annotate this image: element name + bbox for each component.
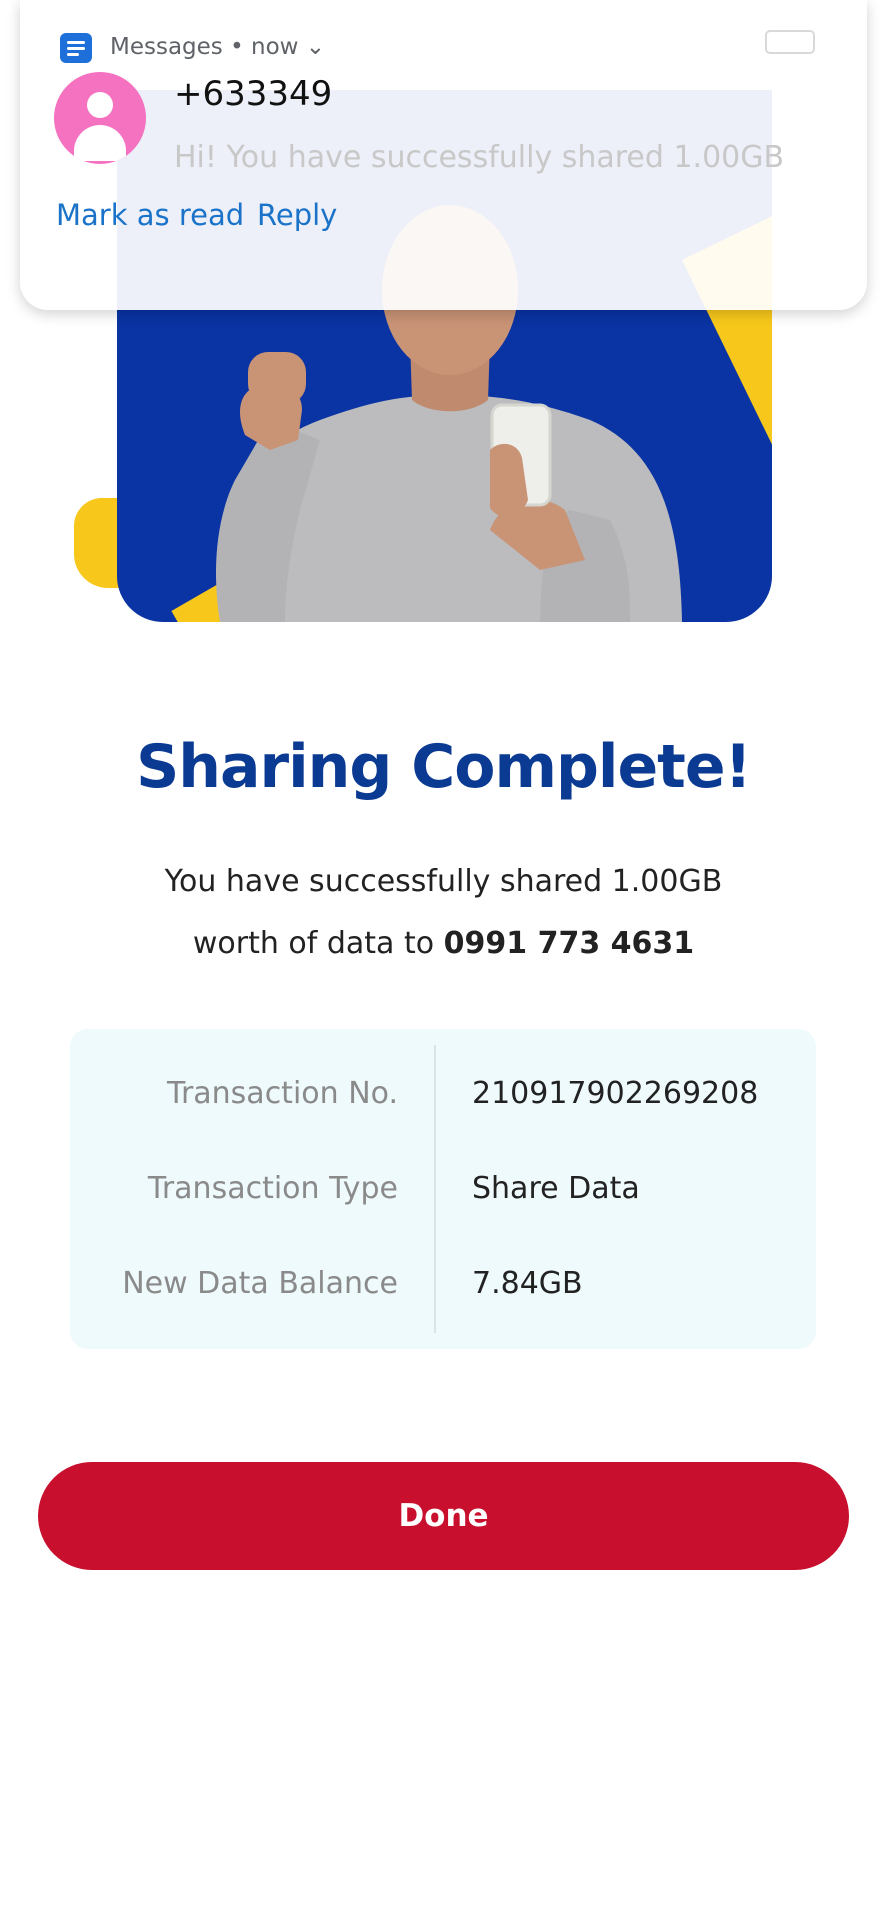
chevron-down-icon[interactable]: ⌄ bbox=[306, 34, 325, 60]
success-message-line2: worth of data to 0991 773 4631 bbox=[0, 926, 887, 961]
separator-dot: • bbox=[230, 34, 251, 60]
notification-preview: Hi! You have successfully shared 1.00GB bbox=[174, 140, 785, 175]
notification-app-line: Messages • now ⌄ bbox=[110, 34, 325, 60]
screen: Messages • now ⌄ +633349 Hi! You have su… bbox=[0, 0, 887, 1920]
battery-icon bbox=[765, 30, 815, 54]
detail-row: Transaction Type Share Data bbox=[70, 1171, 816, 1231]
messages-app-icon bbox=[60, 33, 92, 63]
avatar bbox=[54, 72, 146, 164]
success-message-prefix: worth of data to bbox=[192, 926, 435, 961]
notification-sender: +633349 bbox=[174, 74, 333, 114]
page-title: Sharing Complete! bbox=[136, 732, 752, 802]
success-message-line1: You have successfully shared 1.00GB bbox=[164, 864, 723, 899]
transaction-no-label: Transaction No. bbox=[167, 1076, 398, 1111]
transaction-no-value: 210917902269208 bbox=[472, 1076, 759, 1111]
notification-app-name: Messages bbox=[110, 34, 223, 60]
reply-button[interactable]: Reply bbox=[257, 198, 337, 232]
avatar-body bbox=[74, 125, 126, 161]
message-notification[interactable]: Messages • now ⌄ +633349 Hi! You have su… bbox=[20, 0, 867, 310]
avatar-head bbox=[87, 92, 113, 118]
data-balance-value: 7.84GB bbox=[472, 1266, 583, 1301]
recipient-number: 0991 773 4631 bbox=[443, 926, 695, 961]
detail-row: Transaction No. 210917902269208 bbox=[70, 1076, 816, 1136]
transaction-details-card: Transaction No. 210917902269208 Transact… bbox=[70, 1029, 816, 1349]
mark-as-read-button[interactable]: Mark as read bbox=[56, 198, 244, 232]
done-button[interactable]: Done bbox=[38, 1462, 849, 1570]
transaction-type-label: Transaction Type bbox=[147, 1171, 398, 1206]
notification-time: now bbox=[251, 34, 299, 60]
data-balance-label: New Data Balance bbox=[122, 1266, 398, 1301]
detail-row: New Data Balance 7.84GB bbox=[70, 1266, 816, 1326]
transaction-type-value: Share Data bbox=[472, 1171, 640, 1206]
